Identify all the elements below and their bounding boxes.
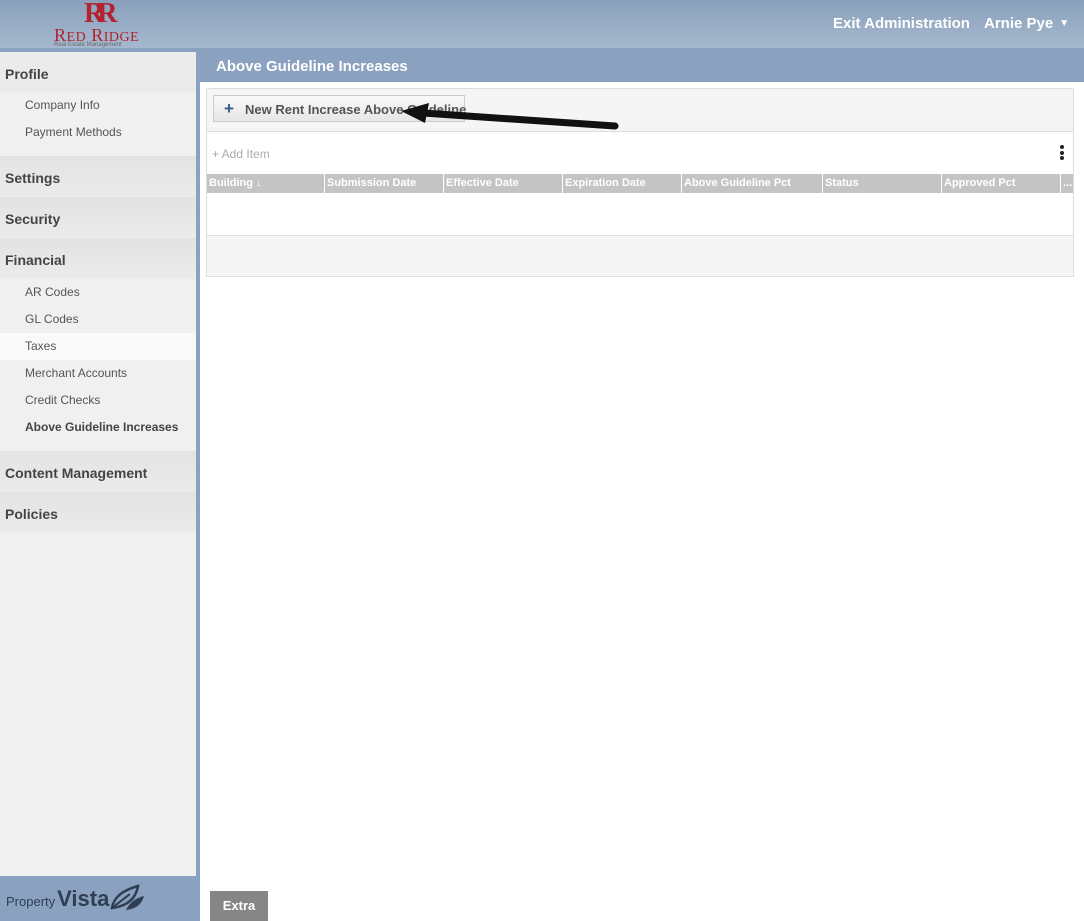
sidebar-item-merchant-accounts[interactable]: Merchant Accounts: [0, 360, 196, 387]
grid-footer: [206, 236, 1074, 277]
page-title: Above Guideline Increases: [216, 58, 408, 75]
logo-mark: RR: [84, 0, 118, 29]
more-options-icon[interactable]: [1056, 144, 1068, 164]
column-header-expiration-date[interactable]: Expiration Date: [563, 174, 682, 193]
column-header-building[interactable]: Building ↓: [207, 174, 325, 193]
extra-button[interactable]: Extra: [210, 891, 268, 921]
column-header-more[interactable]: ...: [1061, 174, 1073, 193]
financial-items: AR Codes GL Codes Taxes Merchant Account…: [0, 279, 196, 451]
column-header-effective-date[interactable]: Effective Date: [444, 174, 563, 193]
sidebar-item-above-guideline-increases[interactable]: Above Guideline Increases: [0, 414, 196, 441]
sidebar-item-payment-methods[interactable]: Payment Methods: [0, 119, 196, 146]
arrow-annotation: [401, 103, 619, 130]
sidebar-section-profile[interactable]: Profile: [0, 52, 196, 92]
plus-icon: +: [224, 99, 234, 118]
user-menu[interactable]: Arnie Pye ▼: [984, 15, 1069, 32]
sidebar-item-taxes[interactable]: Taxes: [0, 333, 196, 360]
logo-text-vista: Vista: [57, 886, 110, 911]
column-header-approved-pct[interactable]: Approved Pct: [942, 174, 1061, 193]
sidebar-section-settings[interactable]: Settings: [0, 156, 196, 197]
grid-column-headers: Building ↓ Submission Date Effective Dat…: [207, 174, 1073, 193]
sidebar-section-financial[interactable]: Financial: [0, 238, 196, 279]
user-name: Arnie Pye: [984, 15, 1054, 32]
logo-text-property: Property: [6, 894, 56, 909]
add-item-link[interactable]: + Add Item: [212, 147, 270, 161]
sidebar-item-company-info[interactable]: Company Info: [0, 92, 196, 119]
sidebar-section-policies[interactable]: Policies: [0, 492, 196, 533]
sidebar-footer: Property Vista: [0, 876, 196, 921]
column-header-submission-date[interactable]: Submission Date: [325, 174, 444, 193]
exit-administration-link[interactable]: Exit Administration: [833, 15, 970, 32]
sidebar: Profile Company Info Payment Methods Set…: [0, 52, 196, 876]
sidebar-item-credit-checks[interactable]: Credit Checks: [0, 387, 196, 414]
company-logo[interactable]: RR RED RIDGE Real Estate Management: [52, 0, 152, 48]
sidebar-item-ar-codes[interactable]: AR Codes: [0, 279, 196, 306]
logo-tagline: Real Estate Management: [54, 42, 122, 48]
sidebar-section-content-management[interactable]: Content Management: [0, 451, 196, 492]
profile-items: Company Info Payment Methods: [0, 92, 196, 156]
top-header: RR RED RIDGE Real Estate Management Exit…: [0, 0, 1084, 48]
column-header-status[interactable]: Status: [823, 174, 942, 193]
page-title-bar: Above Guideline Increases: [200, 52, 1084, 82]
chevron-down-icon: ▼: [1059, 18, 1070, 29]
property-vista-logo: Property Vista: [6, 886, 109, 912]
column-header-above-guideline-pct[interactable]: Above Guideline Pct: [682, 174, 823, 193]
sidebar-section-security[interactable]: Security: [0, 197, 196, 238]
sidebar-item-gl-codes[interactable]: GL Codes: [0, 306, 196, 333]
leaf-icon: [110, 884, 144, 910]
